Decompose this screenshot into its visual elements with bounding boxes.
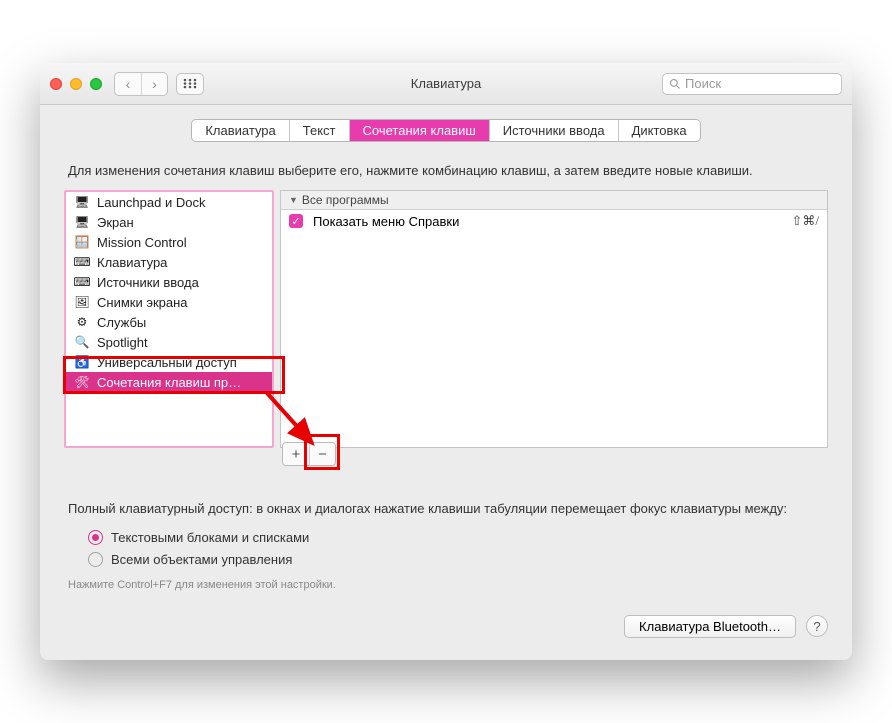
add-remove-control: + −	[282, 442, 336, 466]
grid-icon	[183, 78, 197, 89]
radio-option[interactable]: Текстовыми блоками и списками	[88, 527, 824, 549]
category-item[interactable]: 🔍 Spotlight	[66, 332, 272, 352]
show-all-button[interactable]	[176, 73, 204, 95]
category-item[interactable]: ⌨ Клавиатура	[66, 252, 272, 272]
category-item[interactable]: 🖥 Launchpad и Dock	[66, 192, 272, 212]
category-item[interactable]: 🖥 Экран	[66, 212, 272, 232]
back-button[interactable]: ‹	[115, 73, 141, 95]
footer: Клавиатура Bluetooth… ?	[64, 615, 828, 638]
full-keyboard-access-section: Полный клавиатурный доступ: в окнах и ди…	[68, 500, 824, 571]
category-label: Spotlight	[97, 335, 148, 350]
category-label: Клавиатура	[97, 255, 167, 270]
preferences-window: ‹ › Клавиатура Поиск КлавиатураТекстСоче…	[40, 63, 852, 660]
input-sources-icon: ⌨	[74, 274, 90, 290]
nav-buttons: ‹ ›	[114, 72, 168, 96]
category-label: Mission Control	[97, 235, 187, 250]
shortcut-keys[interactable]: ⇧⌘/	[791, 213, 819, 229]
category-item[interactable]: 🖼 Снимки экрана	[66, 292, 272, 312]
help-button[interactable]: ?	[806, 615, 828, 637]
shortcut-list[interactable]: ▼ Все программы ✓ Показать меню Справки ⇧⌘…	[280, 190, 828, 448]
category-list[interactable]: 🖥 Launchpad и Dock 🖥 Экран 🪟 Mission Control ⌨…	[64, 190, 274, 448]
tabs: КлавиатураТекстСочетания клавишИсточники…	[64, 119, 828, 142]
shortcut-row[interactable]: ✓ Показать меню Справки ⇧⌘/	[281, 210, 827, 232]
keyboard-icon: ⌨	[74, 254, 90, 270]
instructions: Для изменения сочетания клавиш выберите …	[68, 162, 828, 180]
category-label: Универсальный доступ	[97, 355, 237, 370]
forward-button[interactable]: ›	[141, 73, 167, 95]
hint-text: Нажмите Control+F7 для изменения этой на…	[68, 579, 824, 591]
add-shortcut-button[interactable]: +	[283, 443, 309, 465]
checkbox[interactable]: ✓	[289, 214, 303, 228]
category-label: Экран	[97, 215, 134, 230]
chevron-left-icon: ‹	[126, 76, 131, 92]
tab-4[interactable]: Диктовка	[618, 120, 700, 141]
category-item[interactable]: ♿ Универсальный доступ	[66, 352, 272, 372]
screenshots-icon: 🖼	[74, 294, 90, 310]
category-label: Службы	[97, 315, 146, 330]
disclosure-triangle-icon[interactable]: ▼	[289, 195, 298, 205]
category-item[interactable]: ⚙ Службы	[66, 312, 272, 332]
tab-0[interactable]: Клавиатура	[192, 120, 288, 141]
radio-label: Текстовыми блоками и списками	[111, 529, 309, 547]
category-item[interactable]: ⌨ Источники ввода	[66, 272, 272, 292]
group-header-label: Все программы	[302, 193, 389, 207]
spotlight-icon: 🔍	[74, 334, 90, 350]
remove-shortcut-button[interactable]: −	[309, 443, 335, 465]
services-icon: ⚙	[74, 314, 90, 330]
tab-2[interactable]: Сочетания клавиш	[349, 120, 489, 141]
radio-label: Всеми объектами управления	[111, 551, 292, 569]
zoom-button[interactable]	[90, 78, 102, 90]
radio-button[interactable]	[88, 530, 103, 545]
traffic-lights	[50, 78, 102, 90]
radio-button[interactable]	[88, 552, 103, 567]
split-panes: 🖥 Launchpad и Dock 🖥 Экран 🪟 Mission Control ⌨…	[64, 190, 828, 448]
tab-3[interactable]: Источники ввода	[489, 120, 618, 141]
search-placeholder: Поиск	[685, 76, 721, 91]
content-area: КлавиатураТекстСочетания клавишИсточники…	[40, 105, 852, 660]
search-input[interactable]: Поиск	[662, 73, 842, 95]
search-icon	[669, 78, 681, 90]
app-shortcuts-icon: 🛠	[74, 374, 90, 390]
category-label: Источники ввода	[97, 275, 199, 290]
shortcut-group-header[interactable]: ▼ Все программы	[281, 191, 827, 210]
category-label: Снимки экрана	[97, 295, 188, 310]
mission-control-icon: 🪟	[74, 234, 90, 250]
shortcut-label: Показать меню Справки	[313, 214, 459, 229]
tab-1[interactable]: Текст	[289, 120, 349, 141]
category-label: Сочетания клавиш пр…	[97, 375, 241, 390]
radio-option[interactable]: Всеми объектами управления	[88, 549, 824, 571]
titlebar: ‹ › Клавиатура Поиск	[40, 63, 852, 105]
launchpad-icon: 🖥	[74, 194, 90, 210]
display-icon: 🖥	[74, 214, 90, 230]
minimize-button[interactable]	[70, 78, 82, 90]
close-button[interactable]	[50, 78, 62, 90]
accessibility-icon: ♿	[74, 354, 90, 370]
bluetooth-keyboard-button[interactable]: Клавиатура Bluetooth…	[624, 615, 796, 638]
category-item[interactable]: 🪟 Mission Control	[66, 232, 272, 252]
chevron-right-icon: ›	[152, 76, 157, 92]
category-item[interactable]: 🛠 Сочетания клавиш пр…	[66, 372, 272, 392]
category-label: Launchpad и Dock	[97, 195, 205, 210]
full-access-text: Полный клавиатурный доступ: в окнах и ди…	[68, 500, 824, 518]
